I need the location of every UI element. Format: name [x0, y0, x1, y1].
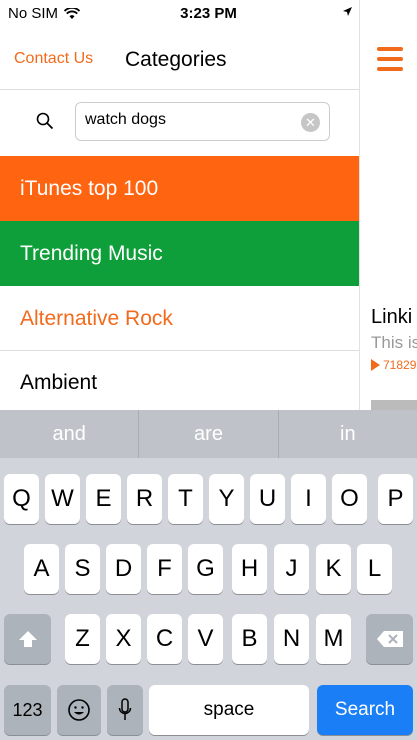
key-z[interactable]: Z — [65, 614, 100, 664]
key-i[interactable]: I — [291, 474, 326, 524]
search-row: ✕ — [0, 90, 359, 156]
key-p[interactable]: P — [378, 474, 413, 524]
search-icon — [36, 112, 54, 130]
status-bar: No SIM 3:23 PM — [0, 0, 417, 28]
menu-icon[interactable] — [377, 47, 403, 77]
peek-count-label: 71829 — [383, 358, 417, 372]
suggestion-in[interactable]: in — [279, 410, 417, 458]
location-icon — [343, 6, 352, 16]
play-icon — [371, 359, 380, 371]
suggestion-and[interactable]: and — [0, 410, 140, 458]
page-title: Categories — [125, 48, 227, 71]
key-y[interactable]: Y — [209, 474, 244, 524]
key-x[interactable]: X — [106, 614, 141, 664]
peek-thumbnail — [371, 400, 417, 410]
search-input[interactable] — [85, 111, 295, 129]
search-field[interactable]: ✕ — [75, 102, 330, 141]
key-u[interactable]: U — [250, 474, 285, 524]
delete-key[interactable] — [366, 614, 413, 664]
key-f[interactable]: F — [147, 544, 182, 594]
microphone-icon — [118, 698, 132, 720]
dictation-key[interactable] — [107, 685, 143, 735]
numbers-key[interactable]: 123 — [4, 685, 51, 735]
category-alternative-rock[interactable]: Alternative Rock — [0, 286, 359, 351]
category-ambient[interactable]: Ambient — [0, 352, 359, 410]
search-key[interactable]: Search — [317, 685, 413, 735]
suggestion-bar: and are in — [0, 410, 417, 458]
key-c[interactable]: C — [147, 614, 182, 664]
key-k[interactable]: K — [316, 544, 351, 594]
emoji-key[interactable] — [57, 685, 101, 735]
category-trending-music[interactable]: Trending Music — [0, 221, 359, 286]
emoji-icon — [68, 699, 90, 721]
keyboard: and are in Q W E R T Y U I O P A S D F G… — [0, 410, 417, 740]
key-h[interactable]: H — [232, 544, 267, 594]
key-s[interactable]: S — [65, 544, 100, 594]
space-key[interactable]: space — [149, 685, 309, 735]
key-r[interactable]: R — [127, 474, 162, 524]
key-m[interactable]: M — [316, 614, 351, 664]
key-v[interactable]: V — [188, 614, 223, 664]
backspace-icon — [376, 631, 403, 647]
content-peek-panel[interactable]: Linki This is 71829 — [359, 0, 417, 410]
peek-play-count: 71829 — [371, 358, 416, 372]
shift-key[interactable] — [4, 614, 51, 664]
key-n[interactable]: N — [274, 614, 309, 664]
key-b[interactable]: B — [232, 614, 267, 664]
menu-header: Contact Us Categories — [0, 28, 359, 90]
peek-track-title: Linki — [371, 306, 413, 328]
suggestion-are[interactable]: are — [139, 410, 279, 458]
category-itunes-top-100[interactable]: iTunes top 100 — [0, 156, 359, 221]
contact-us-link[interactable]: Contact Us — [14, 50, 93, 68]
key-j[interactable]: J — [274, 544, 309, 594]
key-d[interactable]: D — [106, 544, 141, 594]
key-g[interactable]: G — [188, 544, 223, 594]
key-o[interactable]: O — [332, 474, 367, 524]
key-q[interactable]: Q — [4, 474, 39, 524]
key-t[interactable]: T — [168, 474, 203, 524]
peek-track-subtitle: This is — [371, 333, 417, 352]
key-w[interactable]: W — [45, 474, 80, 524]
shift-icon — [18, 631, 37, 647]
key-e[interactable]: E — [86, 474, 121, 524]
key-l[interactable]: L — [357, 544, 392, 594]
key-a[interactable]: A — [24, 544, 59, 594]
clear-icon[interactable]: ✕ — [301, 113, 320, 132]
